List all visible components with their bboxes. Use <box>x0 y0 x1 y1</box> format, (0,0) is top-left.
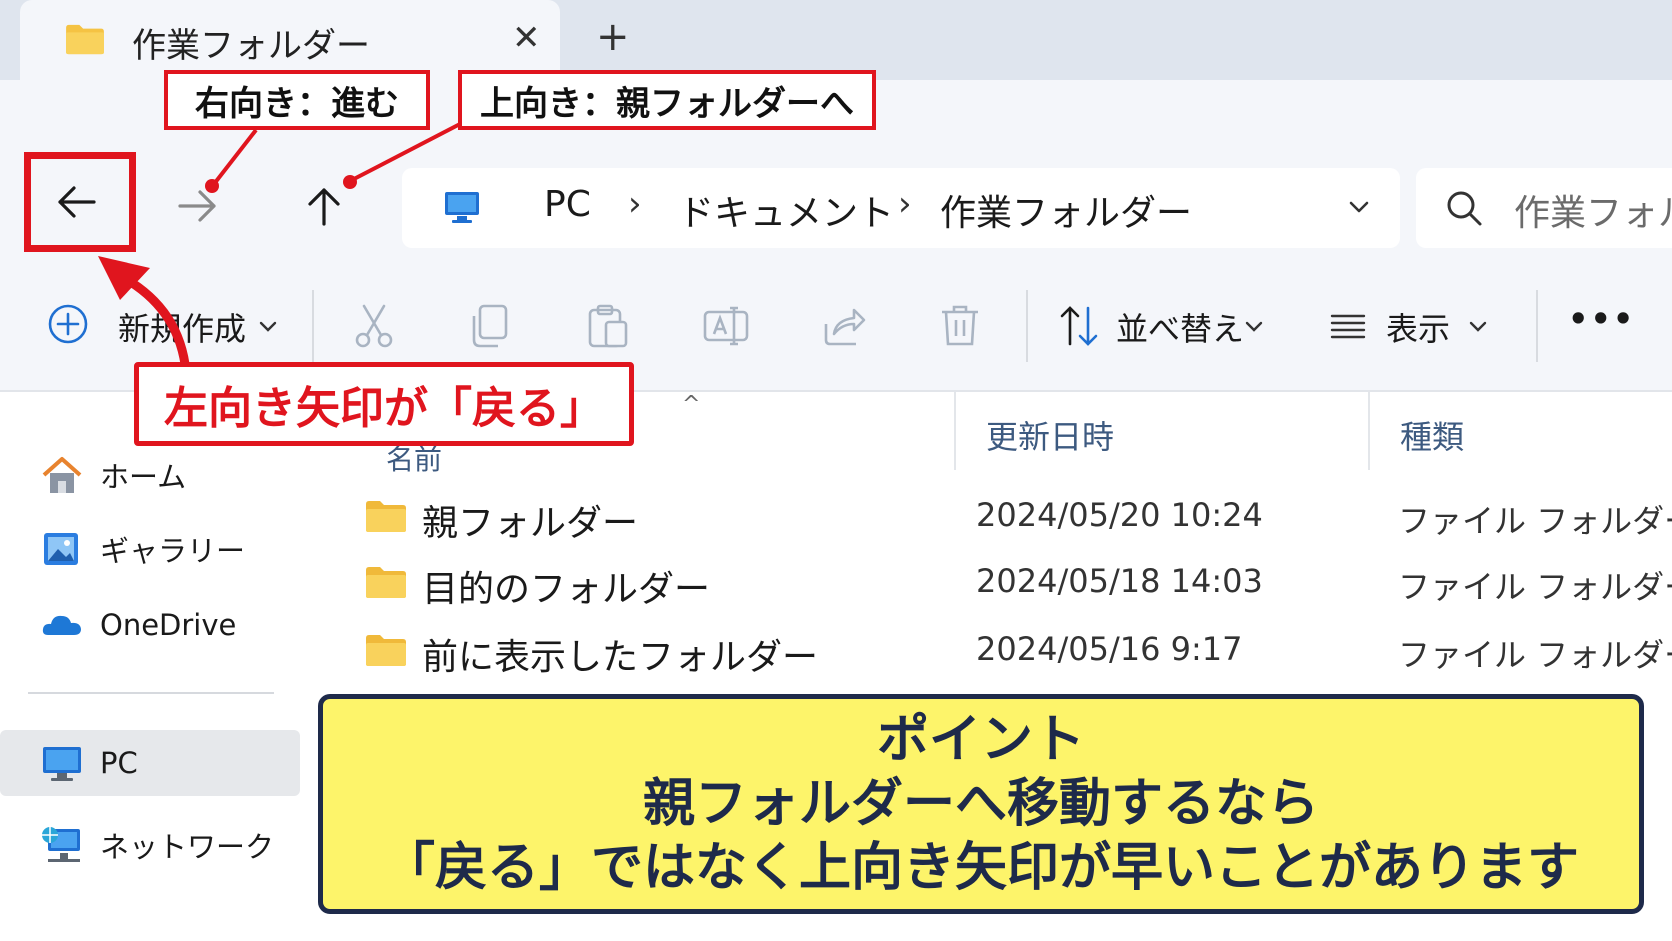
sidebar-item-label: OneDrive <box>100 608 237 642</box>
arrow-up-icon <box>308 188 340 226</box>
cut-icon[interactable] <box>350 302 398 350</box>
point-line-2: 「戻る」ではなく上向き矢印が早いことがあります <box>382 838 1579 898</box>
share-icon[interactable] <box>820 302 868 350</box>
file-date: 2024/05/20 10:24 <box>976 496 1263 534</box>
address-bar[interactable]: PC › ドキュメント › 作業フォルダー <box>402 168 1400 248</box>
navigation-pane: ホーム ギャラリー OneDrive PC ネットワーク <box>0 392 310 941</box>
sidebar-divider <box>28 692 274 694</box>
file-name: 親フォルダー <box>422 503 639 544</box>
view-icon <box>1330 314 1366 339</box>
breadcrumb-documents[interactable]: ドキュメント <box>678 184 894 236</box>
close-icon[interactable]: ✕ <box>512 18 541 58</box>
column-divider[interactable] <box>954 392 956 470</box>
sort-button-label: 並べ替え <box>1116 310 1245 348</box>
column-header-type[interactable]: 種類 <box>1400 412 1464 458</box>
tab-title: 作業フォルダー <box>132 26 370 66</box>
folder-icon <box>366 635 406 666</box>
rename-icon[interactable] <box>702 302 750 350</box>
back-button-highlight <box>24 152 136 252</box>
tab-active[interactable]: 作業フォルダー ✕ <box>20 0 560 80</box>
file-type: ファイル フォルダー <box>1398 636 1672 674</box>
add-icon <box>48 304 88 344</box>
breadcrumb-separator[interactable]: › <box>898 184 912 224</box>
new-button-label: 新規作成 <box>118 310 247 348</box>
new-tab-button[interactable]: + <box>596 14 630 60</box>
onedrive-icon <box>42 615 81 635</box>
toolbar-divider <box>1026 290 1028 362</box>
file-row[interactable]: 目的のフォルダー 2024/05/18 14:03 ファイル フォルダー <box>310 550 1672 616</box>
more-options-button[interactable]: ••• <box>1568 300 1635 338</box>
folder-icon <box>366 501 406 532</box>
sidebar-item-pc[interactable]: PC <box>0 730 300 796</box>
sidebar-item-label: PC <box>100 746 138 780</box>
pc-icon <box>445 192 479 223</box>
sidebar-item-network[interactable]: ネットワーク <box>0 812 300 878</box>
chevron-down-icon[interactable] <box>1344 192 1374 222</box>
sidebar-item-onedrive[interactable]: OneDrive <box>0 592 300 658</box>
chevron-down-icon <box>1469 321 1487 332</box>
point-line-1: 親フォルダーへ移動するなら <box>642 774 1319 834</box>
point-callout: ポイント 親フォルダーへ移動するなら 「戻る」ではなく上向き矢印が早いことがあり… <box>318 694 1644 914</box>
sidebar-item-label: ギャラリー <box>100 534 246 568</box>
sidebar-item-home[interactable]: ホーム <box>0 442 300 508</box>
toolbar-divider <box>312 290 314 362</box>
chevron-down-icon <box>259 321 277 332</box>
file-row[interactable]: 前に表示したフォルダー 2024/05/16 9:17 ファイル フォルダー <box>310 618 1672 684</box>
view-button-label: 表示 <box>1386 310 1451 348</box>
search-icon <box>1447 191 1482 226</box>
file-name: 目的のフォルダー <box>422 569 711 610</box>
up-button[interactable] <box>284 166 364 246</box>
chevron-down-icon <box>1245 321 1263 332</box>
column-divider[interactable] <box>1368 392 1370 470</box>
file-date: 2024/05/18 14:03 <box>976 562 1263 600</box>
annotation-up: 上向き：親フォルダーへ <box>458 70 876 130</box>
delete-icon[interactable] <box>936 302 984 350</box>
sidebar-item-label: ネットワーク <box>100 830 275 864</box>
sidebar-item-gallery[interactable]: ギャラリー <box>0 516 300 582</box>
sidebar-item-label: ホーム <box>100 460 187 494</box>
copy-icon[interactable] <box>466 302 514 350</box>
file-row[interactable]: 親フォルダー 2024/05/20 10:24 ファイル フォルダー <box>310 484 1672 550</box>
file-date: 2024/05/16 9:17 <box>976 630 1243 668</box>
arrow-right-icon <box>178 190 216 222</box>
annotation-forward: 右向き：進む <box>164 70 430 130</box>
gallery-icon <box>44 533 78 565</box>
annotation-back: 左向き矢印が「戻る」 <box>134 362 634 446</box>
folder-icon <box>66 24 104 55</box>
search-placeholder: 作業フォルダー <box>1514 193 1672 234</box>
network-icon <box>42 827 80 862</box>
sort-button[interactable]: 並べ替え <box>1058 290 1263 362</box>
column-header-date[interactable]: 更新日時 <box>986 412 1114 458</box>
sort-caret-icon: ^ <box>682 392 701 417</box>
point-title: ポイント <box>876 710 1085 770</box>
breadcrumb-separator[interactable]: › <box>628 184 642 224</box>
new-button[interactable]: 新規作成 <box>46 290 286 362</box>
pc-icon <box>43 747 81 781</box>
file-name: 前に表示したフォルダー <box>422 637 819 678</box>
sort-icon <box>1060 306 1098 346</box>
forward-button[interactable] <box>158 166 238 246</box>
view-button[interactable]: 表示 <box>1328 290 1488 362</box>
folder-icon <box>366 567 406 598</box>
file-type: ファイル フォルダー <box>1398 502 1672 540</box>
breadcrumb-current[interactable]: 作業フォルダー <box>940 184 1192 236</box>
home-icon <box>42 457 82 493</box>
breadcrumb-pc[interactable]: PC <box>544 184 591 225</box>
toolbar-divider <box>1536 290 1538 362</box>
paste-icon[interactable] <box>584 302 632 350</box>
file-type: ファイル フォルダー <box>1398 568 1672 606</box>
search-box[interactable]: 作業フォルダー <box>1416 168 1672 248</box>
title-bar: 作業フォルダー ✕ + <box>0 0 1672 80</box>
